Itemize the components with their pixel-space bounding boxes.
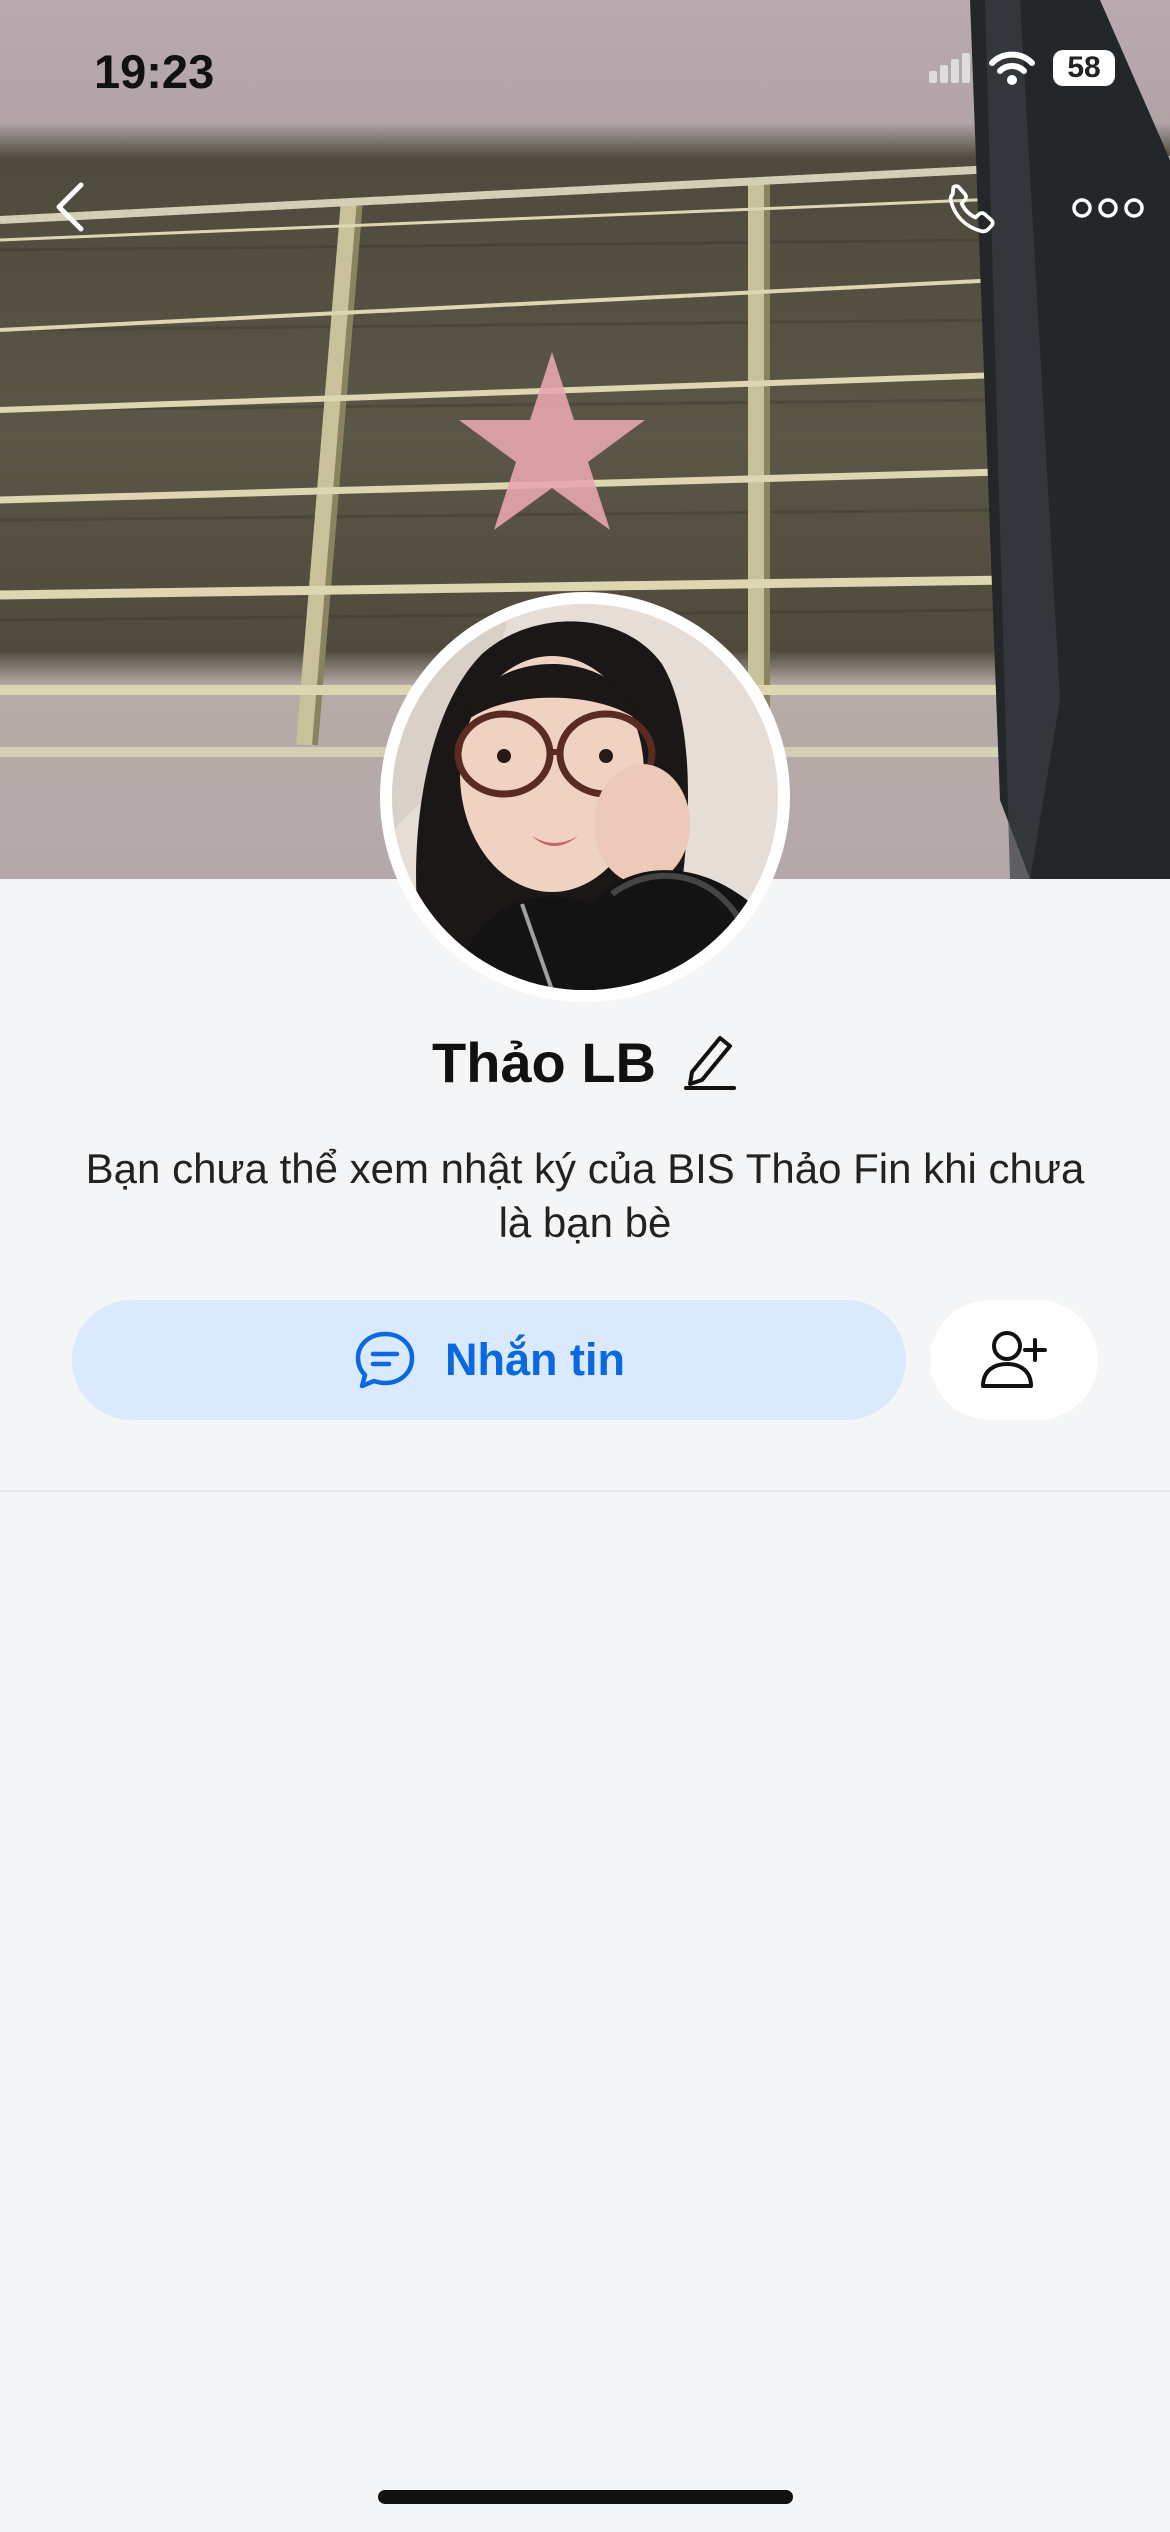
status-bar: 19:23 58 [0,0,1170,140]
avatar-photo [392,604,778,990]
home-indicator[interactable] [378,2490,793,2504]
avatar[interactable] [380,592,790,1002]
message-button[interactable]: Nhắn tin [72,1300,906,1420]
wifi-icon [989,51,1035,85]
privacy-note: Bạn chưa thể xem nhật ký của BIS Thảo Fi… [85,1145,1085,1246]
more-icon [1072,198,1144,218]
edit-name-button[interactable] [682,1030,738,1095]
message-button-label: Nhắn tin [445,1334,625,1385]
edit-icon [683,1036,736,1090]
avatar-portrait [392,604,778,990]
cellular-icon [929,53,970,83]
status-time: 19:23 [94,45,215,98]
chat-icon [355,1331,415,1389]
back-icon [56,182,84,232]
add-friend-icon [981,1331,1047,1388]
more-button[interactable] [1060,178,1156,238]
profile-name: Thảo LB [432,1031,656,1094]
battery-icon: 58 [1053,50,1115,86]
name-row: Thảo LB [0,1030,1170,1095]
add-friend-button[interactable] [930,1300,1098,1420]
section-divider [0,1490,1170,1492]
back-button[interactable] [34,172,104,242]
phone-icon [948,184,995,234]
call-button[interactable] [930,168,1014,252]
status-icons: 58 [929,50,1115,86]
